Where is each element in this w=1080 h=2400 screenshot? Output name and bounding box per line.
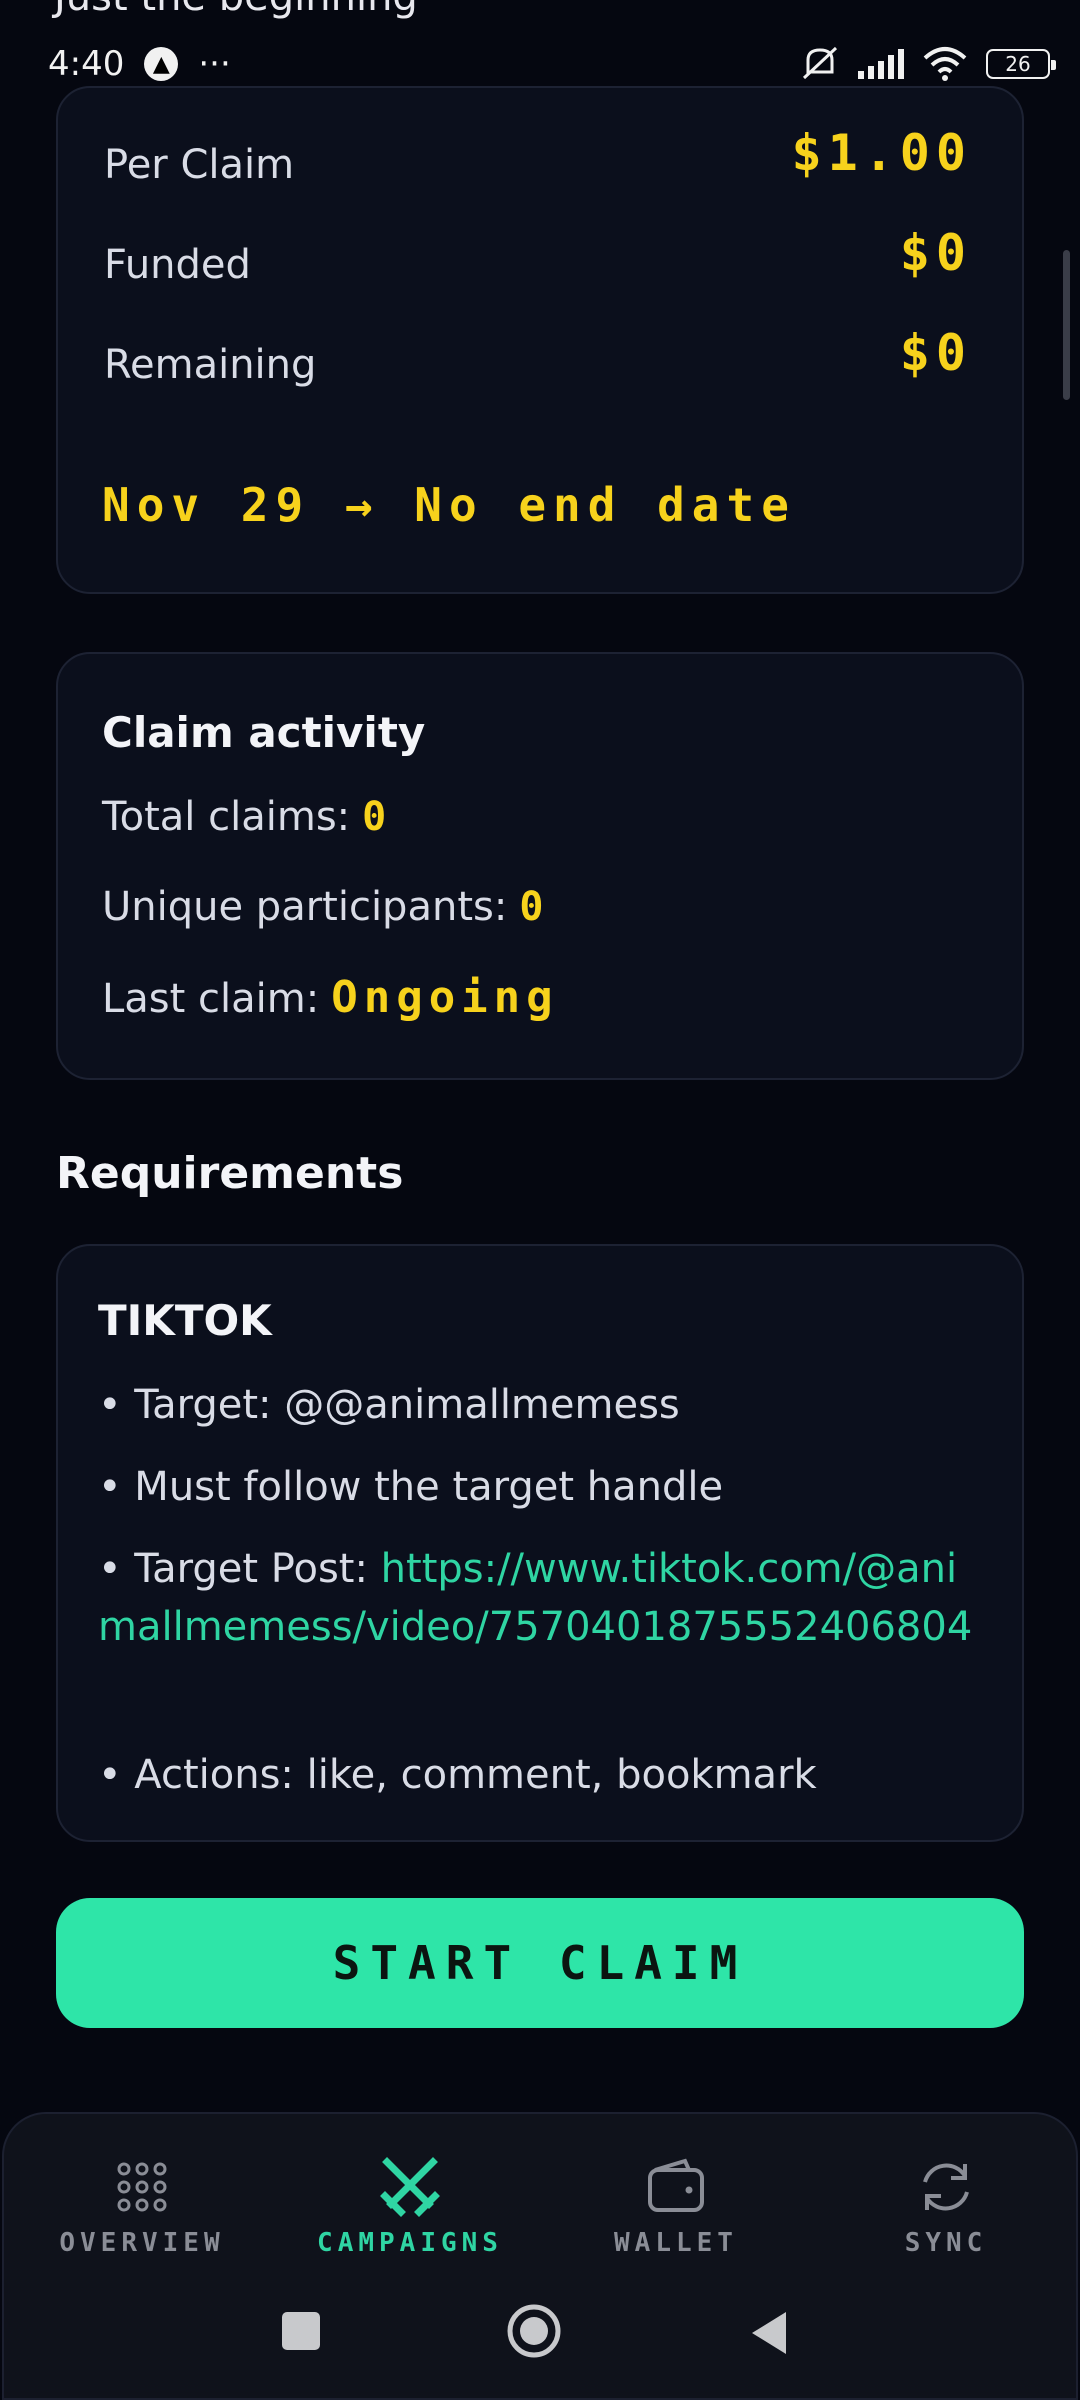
total-claims-label: Total claims: <box>102 794 351 840</box>
wifi-icon <box>923 47 967 81</box>
grid-dots-icon <box>117 2162 167 2212</box>
per-claim-row: Per Claim $1.00 <box>104 124 972 188</box>
target-post-label: • Target Post: <box>98 1546 381 1592</box>
navigation-icon: ▲ <box>144 47 179 81</box>
requirement-platform: TIKTOK <box>98 1296 272 1345</box>
requirement-target-post: • Target Post: https://www.tiktok.com/@a… <box>98 1540 982 1656</box>
status-bar: 4:40 ▲ ··· 26 <box>0 34 1080 94</box>
mute-icon <box>802 46 838 80</box>
claim-activity-heading: Claim activity <box>102 708 426 757</box>
sync-icon <box>923 2163 969 2211</box>
campaign-date-range: Nov 29 → No end date <box>102 478 796 532</box>
previous-heading-text: Just the beginning <box>54 0 418 20</box>
recent-apps-icon[interactable] <box>280 2310 322 2352</box>
unique-participants-row: Unique participants: 0 <box>102 884 549 930</box>
funded-value: $0 <box>899 224 972 282</box>
last-claim-label: Last claim: <box>102 976 320 1022</box>
nav-item-campaigns[interactable]: CAMPAIGNS <box>290 2156 530 2258</box>
unique-participants-value: 0 <box>519 884 550 930</box>
nav-label-overview: OVERVIEW <box>59 2228 225 2258</box>
requirements-title: Requirements <box>56 1148 404 1199</box>
requirement-follow: • Must follow the target handle <box>98 1464 724 1510</box>
total-claims-row: Total claims: 0 <box>102 794 392 840</box>
remaining-label: Remaining <box>104 342 317 388</box>
last-claim-value: Ongoing <box>331 972 559 1023</box>
funded-label: Funded <box>104 242 251 288</box>
home-icon[interactable] <box>505 2302 563 2360</box>
nav-label-campaigns: CAMPAIGNS <box>317 2228 503 2258</box>
remaining-row: Remaining $0 <box>104 324 972 388</box>
more-notifications-icon: ··· <box>198 44 231 84</box>
scrollbar[interactable] <box>1063 250 1070 400</box>
remaining-value: $0 <box>899 324 972 382</box>
battery-level: 26 <box>1005 52 1031 76</box>
start-claim-button[interactable]: START CLAIM <box>56 1898 1024 2028</box>
claim-activity-card: Claim activity Total claims: 0 Unique pa… <box>56 652 1024 1080</box>
requirements-card: TIKTOK • Target: @@animallmemess • Must … <box>56 1244 1024 1842</box>
nav-item-sync[interactable]: SYNC <box>826 2156 1066 2258</box>
nav-label-wallet: WALLET <box>614 2228 738 2258</box>
signal-icon <box>858 49 904 79</box>
per-claim-label: Per Claim <box>104 142 295 188</box>
funding-card: Per Claim $1.00 Funded $0 Remaining $0 N… <box>56 86 1024 594</box>
nav-label-sync: SYNC <box>904 2228 988 2258</box>
funded-row: Funded $0 <box>104 224 972 288</box>
system-navigation-bar <box>0 2290 1080 2370</box>
per-claim-value: $1.00 <box>791 124 972 182</box>
nav-item-wallet[interactable]: WALLET <box>556 2156 796 2258</box>
requirement-actions: • Actions: like, comment, bookmark <box>98 1752 817 1798</box>
battery-icon: 26 <box>986 49 1056 79</box>
status-time: 4:40 <box>48 44 125 84</box>
nav-item-overview[interactable]: OVERVIEW <box>22 2156 262 2258</box>
requirement-target: • Target: @@animallmemess <box>98 1382 680 1428</box>
back-icon[interactable] <box>748 2310 790 2356</box>
last-claim-row: Last claim: Ongoing <box>102 972 559 1023</box>
wallet-icon <box>648 2158 704 2212</box>
crossed-swords-icon <box>380 2157 440 2217</box>
total-claims-value: 0 <box>362 794 393 840</box>
unique-participants-label: Unique participants: <box>102 884 508 930</box>
